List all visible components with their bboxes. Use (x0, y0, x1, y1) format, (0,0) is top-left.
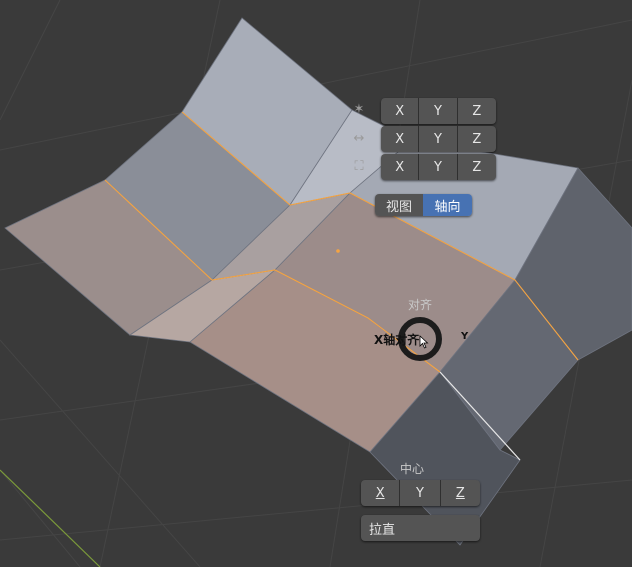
straighten-button[interactable]: 拉直 (361, 515, 480, 541)
pivot-point (336, 249, 340, 253)
scale-axis-row: X Y Z (381, 98, 496, 124)
move-x-button[interactable]: X (381, 126, 420, 152)
center-axis-row: X Y Z (361, 480, 480, 506)
center-y-button[interactable]: Y (400, 480, 441, 506)
rotate-z-button[interactable]: Z (458, 154, 496, 180)
center-x-button[interactable]: X (361, 480, 401, 506)
scale-x-button[interactable]: X (381, 98, 420, 124)
y-axis-line (0, 469, 101, 567)
align-y-option[interactable]: Y (461, 331, 468, 342)
mesh-object[interactable] (4, 17, 632, 546)
scale-y-button[interactable]: Y (419, 98, 458, 124)
view-option[interactable]: 视图 (375, 194, 423, 216)
axis-option[interactable]: 轴向 (423, 194, 472, 216)
orientation-toggle: 视图 轴向 (375, 194, 472, 216)
rotate-axis-row: X Y Z (381, 154, 496, 180)
move-axis-row: X Y Z (381, 126, 496, 152)
scale-icon: ✶ (353, 101, 365, 117)
align-label: 对齐 (407, 298, 432, 312)
mouse-cursor-icon (419, 335, 429, 349)
scale-z-button[interactable]: Z (458, 98, 496, 124)
rotate-x-button[interactable]: X (381, 154, 420, 180)
straighten-label: 拉直 (369, 522, 396, 538)
align-x-option[interactable]: X轴对齐 (374, 331, 419, 348)
center-label: 中心 (399, 462, 424, 476)
move-z-button[interactable]: Z (458, 126, 496, 152)
center-z-button[interactable]: Z (441, 480, 480, 506)
move-y-button[interactable]: Y (419, 126, 458, 152)
rotate-icon: ⛶ (354, 158, 364, 174)
3d-viewport[interactable] (0, 0, 632, 567)
move-icon: ↔ (353, 130, 365, 146)
rotate-y-button[interactable]: Y (419, 154, 458, 180)
